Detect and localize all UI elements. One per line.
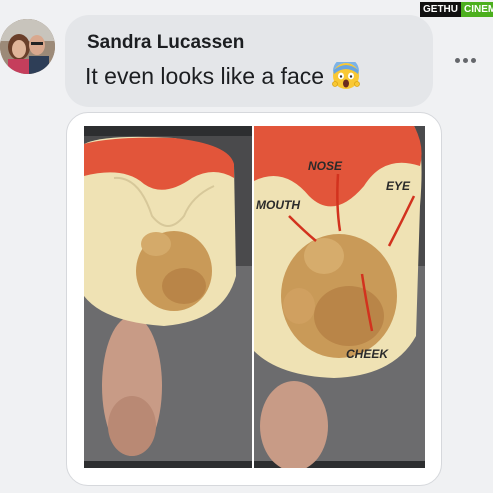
- comment-bubble: Sandra Lucassen It even looks like a fac…: [65, 15, 433, 107]
- avatar[interactable]: [0, 19, 55, 74]
- avatar-photo: [0, 19, 55, 74]
- watermark: GETHU CINEMA: [420, 1, 493, 18]
- annotation-eye: EYE: [386, 179, 411, 193]
- watermark-right: CINEMA: [461, 2, 493, 17]
- face-screaming-in-fear-icon: [332, 58, 360, 90]
- annotation-nose: NOSE: [308, 159, 343, 173]
- annotation-cheek: CHEEK: [346, 347, 389, 361]
- attachment-card[interactable]: NOSE EYE MOUTH CHEEK: [66, 112, 442, 486]
- more-options-icon[interactable]: [455, 58, 476, 63]
- comment-message: It even looks like a face: [85, 58, 360, 90]
- annotation-mouth: MOUTH: [256, 198, 300, 212]
- comment-author[interactable]: Sandra Lucassen: [87, 32, 244, 54]
- apple-photo: NOSE EYE MOUTH CHEEK: [84, 126, 425, 468]
- watermark-left: GETHU: [420, 2, 461, 17]
- comment-text: It even looks like a face: [85, 62, 325, 89]
- right-finger: [260, 381, 328, 468]
